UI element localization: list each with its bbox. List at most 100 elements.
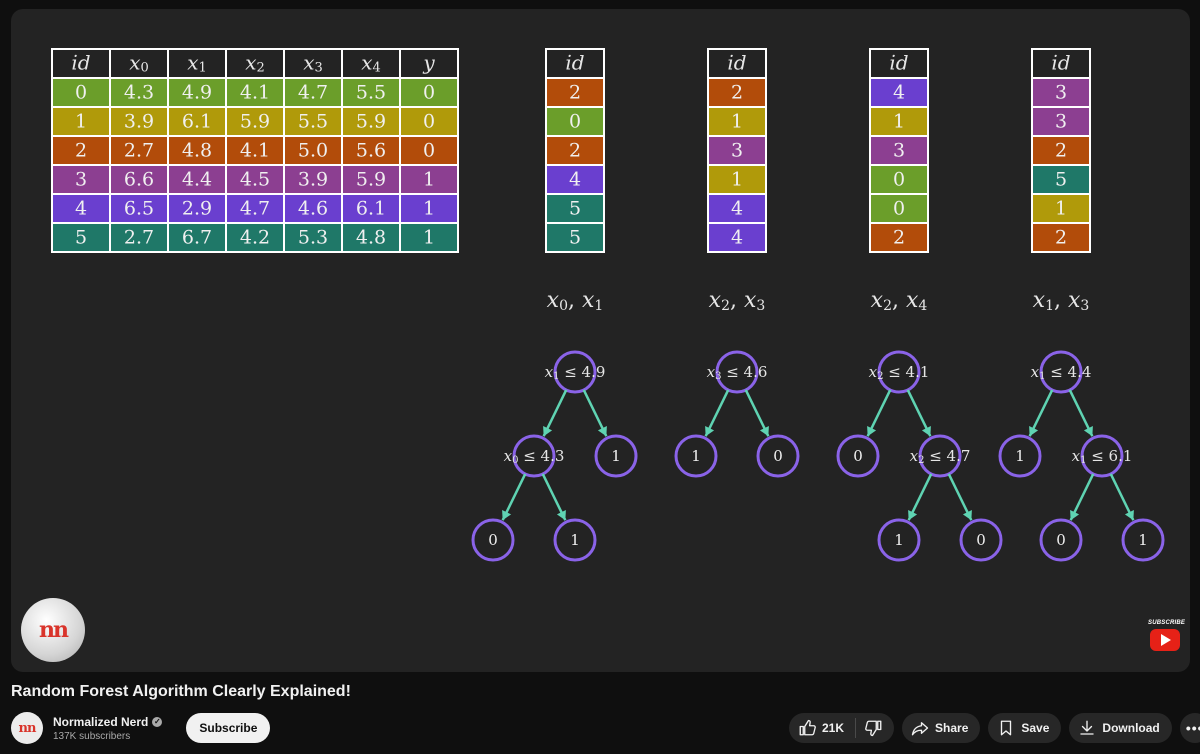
download-button[interactable]: Download — [1069, 713, 1172, 743]
dataset-cell-value: 4.9 — [182, 82, 212, 104]
dataset-cell-value: 1 — [423, 227, 435, 249]
thumbs-up-icon — [798, 719, 816, 737]
like-count: 21K — [822, 721, 845, 735]
share-button[interactable]: Share — [902, 713, 981, 743]
bootstrap-cell-value: 2 — [1055, 140, 1067, 162]
bootstrap-sample-1: id 2 0 2 4 5 5 x0, x1 0 1 x0 ≤ 4.3 1 x1 ≤ 4.9 — [471, 48, 638, 562]
dataset-cell-value: 1 — [75, 111, 87, 133]
tree-leaf-value: 1 — [894, 531, 904, 549]
bootstrap-cell-value: 4 — [893, 82, 905, 104]
bookmark-icon — [997, 719, 1015, 737]
dataset-cell-value: 6.6 — [124, 169, 154, 191]
dataset-cell-value: 4.7 — [298, 82, 328, 104]
bootstrap-sample-4: id 3 3 2 5 1 2 x1, x3 1 0 1 x1 ≤ 6.1 x1 ≤ 4.4 — [998, 48, 1165, 562]
tree-leaf-value: 1 — [1015, 447, 1025, 465]
more-icon: ••• — [1185, 720, 1200, 736]
dataset-cell-value: 4.3 — [124, 82, 154, 104]
verified-check-icon: ✓ — [152, 716, 163, 727]
dataset-cell-value: 0 — [75, 82, 87, 104]
dataset-cell-value: 2 — [75, 140, 87, 162]
bootstrap-cell-value: 1 — [893, 111, 905, 133]
bootstrap-cell-value: 4 — [731, 198, 743, 220]
bootstrap-cell-value: 3 — [1055, 111, 1067, 133]
decision-tree-1: 0 1 x0 ≤ 4.3 1 x1 ≤ 4.9 — [471, 350, 638, 562]
dataset-cell-value: 3.9 — [124, 111, 154, 133]
dataset-cell-value: 6.1 — [356, 198, 386, 220]
bootstrap-header-label: id — [565, 51, 584, 75]
feature-pair-label: x2, x4 — [871, 288, 928, 315]
subscribe-watermark[interactable]: SUBSCRIBE — [1148, 620, 1186, 651]
tree-split-label: x2 ≤ 4.7 — [910, 447, 971, 466]
dataset-cell-value: 5.9 — [240, 111, 270, 133]
dataset-cell-value: 4.7 — [240, 198, 270, 220]
share-icon — [911, 719, 929, 737]
feature-pair-label: x0, x1 — [547, 288, 604, 315]
tree-leaf-value: 1 — [691, 447, 701, 465]
bootstrap-cell-value: 3 — [1055, 82, 1067, 104]
bootstrap-header-label: id — [889, 51, 908, 75]
subscribe-button[interactable]: Subscribe — [186, 713, 271, 743]
bootstrap-header-label: id — [1051, 51, 1070, 75]
like-button[interactable]: 21K — [789, 713, 855, 743]
tree-split-label: x1 ≤ 4.4 — [1031, 363, 1092, 382]
dataset-cell-value: 0 — [423, 111, 435, 133]
tree-leaf-value: 0 — [1056, 531, 1066, 549]
bootstrap-cell-value: 0 — [569, 111, 581, 133]
dataset-cell-value: 1 — [423, 198, 435, 220]
dislike-button[interactable] — [856, 713, 894, 743]
tree-leaf-value: 1 — [570, 531, 580, 549]
bootstrap-cell-value: 5 — [569, 198, 581, 220]
save-button[interactable]: Save — [988, 713, 1062, 743]
dataset-cell-value: 5.6 — [356, 140, 386, 162]
watermark-logo-text: nn — [39, 617, 69, 643]
youtube-play-icon — [1150, 629, 1180, 651]
bootstrap-cell-value: 4 — [569, 169, 581, 191]
bootstrap-sample-3: id 4 1 3 0 0 2 x2, x4 0 1 0 x2 ≤ 4.7 x2 ≤ 4.1 — [836, 48, 1003, 562]
video-player[interactable]: id x0 x1 x2 x3 x4 y 0 4.3 4.9 4.1 4.7 5.5 0 1 3.9 6.1 5.9… — [11, 9, 1190, 672]
dataset-cell-value: 5.5 — [298, 111, 328, 133]
dataset-cell-value: 4.2 — [240, 227, 270, 249]
bootstrap-cell-value: 1 — [1055, 198, 1067, 220]
dataset-table: id x0 x1 x2 x3 x4 y0 4.3 4.9 4.1 4.7 5.5 01 3.9 6.1 5.9… — [51, 48, 459, 253]
dataset-cell-value: 5.0 — [298, 140, 328, 162]
dataset-cell-value: 1 — [423, 169, 435, 191]
dataset-cell-value: 0 — [423, 82, 435, 104]
bootstrap-cell-value: 5 — [1055, 169, 1067, 191]
dataset-cell-value: 3 — [75, 169, 87, 191]
dataset-cell-value: 3.9 — [298, 169, 328, 191]
dataset-cell-value: 2.7 — [124, 140, 154, 162]
video-actions: 21K Share Save Download ••• — [789, 713, 1200, 743]
bootstrap-cell-value: 5 — [569, 227, 581, 249]
channel-info: Normalized Nerd ✓ 137K subscribers — [53, 715, 163, 742]
dataset-cell-value: 4.5 — [240, 169, 270, 191]
dataset-cell-value: 4 — [75, 198, 87, 220]
tree-split-label: x0 ≤ 4.3 — [504, 447, 565, 466]
bootstrap-cell-value: 2 — [731, 82, 743, 104]
dataset-cell-value: 6.7 — [182, 227, 212, 249]
channel-name[interactable]: Normalized Nerd — [53, 715, 148, 729]
dataset-cell-value: 4.4 — [182, 169, 212, 191]
tree-leaf-value: 0 — [853, 447, 863, 465]
decision-tree-3: 0 1 0 x2 ≤ 4.7 x2 ≤ 4.1 — [836, 350, 1003, 562]
download-label: Download — [1102, 721, 1160, 735]
dataset-cell-value: 2.9 — [182, 198, 212, 220]
bootstrap-cell-value: 0 — [893, 198, 905, 220]
more-actions-button[interactable]: ••• — [1179, 713, 1200, 743]
video-title: Random Forest Algorithm Clearly Explaine… — [11, 683, 351, 700]
dataset-cell-value: 5.9 — [356, 169, 386, 191]
tree-split-label: x1 ≤ 4.9 — [545, 363, 606, 382]
tree-split-label: x1 ≤ 6.1 — [1072, 447, 1133, 466]
subscribe-watermark-label: SUBSCRIBE — [1148, 620, 1186, 626]
channel-watermark-logo[interactable]: nn — [21, 598, 85, 662]
dataset-cell-value: 4.8 — [356, 227, 386, 249]
bootstrap-cell-value: 2 — [1055, 227, 1067, 249]
dataset-header-y: y — [422, 51, 435, 75]
channel-row: nn Normalized Nerd ✓ 137K subscribers Su… — [11, 711, 271, 745]
tree-leaf-value: 1 — [1138, 531, 1148, 549]
dataset-cell-value: 4.6 — [298, 198, 328, 220]
decision-tree-4: 1 0 1 x1 ≤ 6.1 x1 ≤ 4.4 — [998, 350, 1165, 562]
dataset-cell-value: 5.5 — [356, 82, 386, 104]
tree-leaf-value: 0 — [773, 447, 783, 465]
channel-avatar[interactable]: nn — [11, 712, 43, 744]
bootstrap-cell-value: 3 — [731, 140, 743, 162]
